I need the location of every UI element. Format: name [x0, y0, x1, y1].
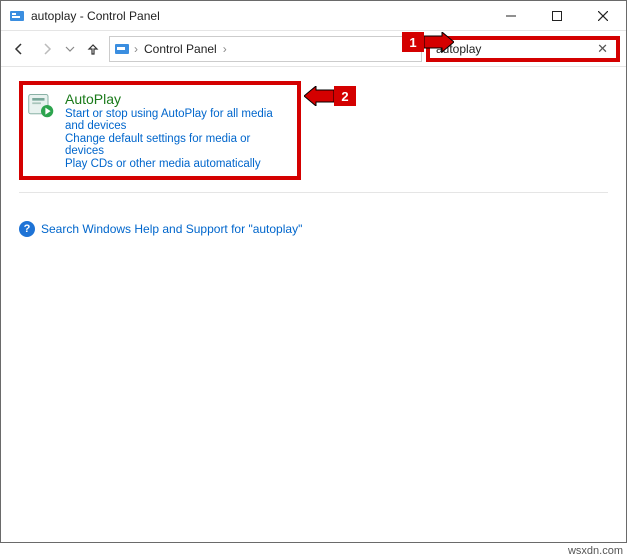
- maximize-button[interactable]: [534, 1, 580, 30]
- control-panel-window: autoplay - Control Panel: [0, 0, 627, 543]
- search-box[interactable]: ✕: [426, 36, 620, 62]
- chevron-right-icon: ›: [132, 42, 140, 56]
- search-input[interactable]: [436, 42, 593, 56]
- result-body: AutoPlay Start or stop using AutoPlay fo…: [65, 91, 287, 170]
- content-area: AutoPlay Start or stop using AutoPlay fo…: [1, 67, 626, 542]
- divider: [19, 192, 608, 193]
- autoplay-result: AutoPlay Start or stop using AutoPlay fo…: [19, 81, 301, 180]
- breadcrumb-root[interactable]: Control Panel: [142, 42, 219, 56]
- chevron-right-icon: ›: [221, 42, 229, 56]
- control-panel-icon: [9, 8, 25, 24]
- titlebar: autoplay - Control Panel: [1, 1, 626, 31]
- close-button[interactable]: [580, 1, 626, 30]
- window-title: autoplay - Control Panel: [31, 9, 488, 23]
- watermark: wsxdn.com: [568, 545, 623, 557]
- clear-search-icon[interactable]: ✕: [593, 41, 612, 57]
- back-button[interactable]: [7, 37, 31, 61]
- result-link-1[interactable]: Start or stop using AutoPlay for all med…: [65, 108, 287, 132]
- autoplay-icon: [27, 91, 55, 119]
- recent-dropdown[interactable]: [63, 37, 77, 61]
- control-panel-breadcrumb-icon: [114, 41, 130, 57]
- result-title[interactable]: AutoPlay: [65, 91, 287, 107]
- help-row: ? Search Windows Help and Support for "a…: [19, 211, 608, 237]
- result-link-3[interactable]: Play CDs or other media automatically: [65, 158, 287, 170]
- forward-button[interactable]: [35, 37, 59, 61]
- address-bar[interactable]: › Control Panel ›: [109, 36, 422, 62]
- window-buttons: [488, 1, 626, 30]
- navigation-bar: › Control Panel › ✕: [1, 31, 626, 67]
- minimize-button[interactable]: [488, 1, 534, 30]
- help-icon: ?: [19, 221, 35, 237]
- help-link[interactable]: Search Windows Help and Support for "aut…: [41, 222, 302, 236]
- result-link-2[interactable]: Change default settings for media or dev…: [65, 133, 287, 157]
- up-button[interactable]: [81, 37, 105, 61]
